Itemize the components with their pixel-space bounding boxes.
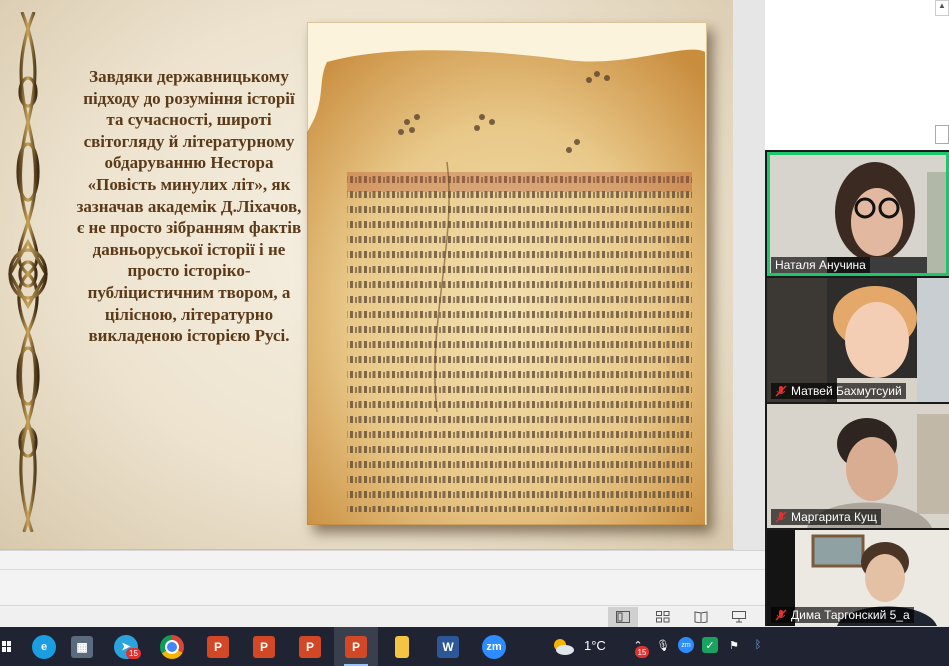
normal-view-icon[interactable] xyxy=(608,607,638,627)
unread-badge: 15 xyxy=(126,648,141,659)
security-tray-icon[interactable]: ✓ xyxy=(702,637,718,653)
slideshow-icon[interactable] xyxy=(724,607,754,627)
powerpoint-icon[interactable]: P xyxy=(196,627,240,666)
muted-mic-icon xyxy=(775,511,787,523)
zoom-icon[interactable]: zm xyxy=(472,627,516,666)
taskbar: e ▦ ➤ 15 P P P P W zm xyxy=(0,627,949,666)
tray-badge: 15 xyxy=(635,646,649,658)
panel-background xyxy=(765,0,949,150)
ornament-decoration xyxy=(8,12,48,532)
pane-divider[interactable] xyxy=(0,569,765,570)
start-button[interactable] xyxy=(0,627,14,666)
scroll-up-button[interactable]: ▲ xyxy=(935,0,949,16)
powerpoint-icon[interactable]: P xyxy=(242,627,286,666)
slide-scroll-area xyxy=(733,0,765,549)
calculator-icon[interactable]: ▦ xyxy=(60,627,104,666)
participant-tile[interactable]: Матвей Бахмутсуий xyxy=(767,278,949,402)
participant-name: Матвей Бахмутсуий xyxy=(791,384,902,398)
muted-mic-icon xyxy=(775,385,787,397)
status-bar xyxy=(0,605,765,628)
scrollbar-thumb[interactable] xyxy=(935,125,949,144)
participant-name: Дима Таргонский 5_а xyxy=(791,608,910,622)
word-icon[interactable]: W xyxy=(426,627,470,666)
slide-sorter-icon[interactable] xyxy=(648,607,678,627)
chrome-icon[interactable] xyxy=(150,627,194,666)
participant-name-tag: Маргарита Кущ xyxy=(771,509,881,525)
participant-tile[interactable]: Наталя Анучина xyxy=(767,152,949,276)
participant-tile[interactable]: Дима Таргонский 5_а xyxy=(767,530,949,626)
participant-name: Наталя Анучина xyxy=(775,258,866,272)
manuscript-image xyxy=(307,22,707,525)
weather-icon[interactable] xyxy=(546,627,580,666)
participant-name-tag: Дима Таргонский 5_а xyxy=(771,607,914,623)
file-explorer-icon[interactable] xyxy=(380,627,424,666)
participant-name-tag: Наталя Анучина xyxy=(771,257,870,273)
participant-name: Маргарита Кущ xyxy=(791,510,877,524)
slide-body-text: Завдяки державницькому підходу до розумі… xyxy=(76,67,302,346)
microphone-icon[interactable]: 🎙 xyxy=(655,637,671,653)
notes-pane[interactable] xyxy=(0,550,765,606)
powerpoint-icon[interactable]: P xyxy=(334,627,378,666)
muted-mic-icon xyxy=(775,609,787,621)
reading-view-icon[interactable] xyxy=(686,607,716,627)
flag-icon[interactable]: ⚑ xyxy=(726,637,742,653)
powerpoint-icon[interactable]: P xyxy=(288,627,332,666)
slide-canvas[interactable]: Завдяки державницькому підходу до розумі… xyxy=(0,0,734,550)
zoom-tray-icon[interactable]: zm xyxy=(678,637,694,653)
bluetooth-icon[interactable]: ᛒ xyxy=(750,637,766,653)
participant-tile[interactable]: Маргарита Кущ xyxy=(767,404,949,528)
telegram-icon[interactable]: ➤ 15 xyxy=(104,627,148,666)
video-gallery: Наталя Анучина Матвей Бахмутсуий Маргари… xyxy=(765,150,949,626)
participant-name-tag: Матвей Бахмутсуий xyxy=(771,383,906,399)
weather-temperature[interactable]: 1°C xyxy=(584,638,606,653)
